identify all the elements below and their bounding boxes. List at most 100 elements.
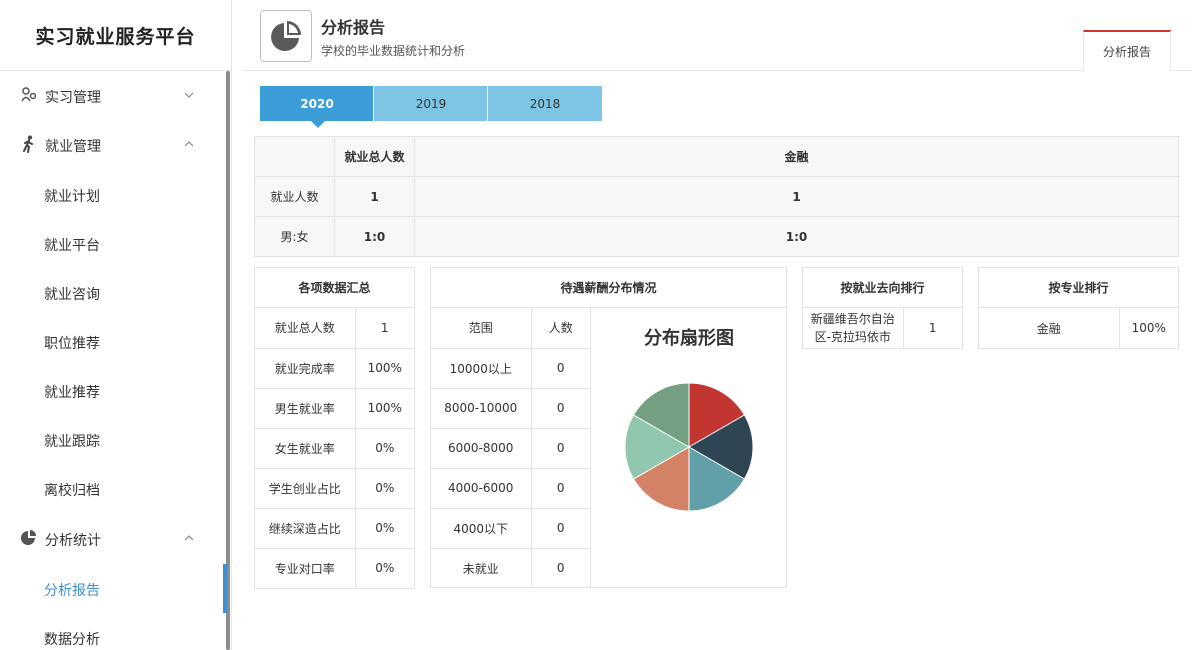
chevron-down-icon — [184, 89, 194, 99]
chevron-up-icon — [184, 532, 194, 542]
table-row: 男:女 1:0 1:0 — [254, 216, 1179, 257]
nav-group-label: 就业管理 — [45, 139, 101, 155]
destination-rank-panel: 按就业去向排行 新疆维吾尔自治区-克拉玛依市 1 — [802, 267, 963, 349]
cell-total: 1:0 — [334, 216, 415, 257]
page-header: 分析报告 学校的毕业数据统计和分析 分析报告 — [242, 0, 1192, 71]
internship-icon — [20, 86, 38, 104]
brand-title: 实习就业服务平台 — [0, 0, 231, 71]
salary-range: 8000-10000 — [431, 387, 532, 429]
tab-divider — [373, 86, 374, 121]
nav-item-label: 就业平台 — [44, 238, 100, 254]
major-rank-table: 金融 100% — [979, 308, 1178, 348]
salary-panel: 待遇薪酬分布情况 范围 人数 10000以上 0 8000-10000 0 6000-… — [430, 267, 787, 588]
table-row: 范围 人数 — [431, 308, 591, 349]
cell-total: 1 — [334, 176, 415, 217]
tab-year-2019[interactable]: 2019 — [374, 86, 488, 121]
tab-year-2020[interactable]: 2020 — [260, 86, 374, 121]
nav-item-label: 就业计划 — [44, 189, 100, 205]
table-row: 专业对口率 0% — [255, 547, 414, 588]
tab-year-2018[interactable]: 2018 — [488, 86, 602, 121]
nav-item-employment-recommend[interactable]: 就业推荐 — [0, 366, 226, 415]
table-row: 未就业 0 — [431, 547, 591, 588]
destination-name: 新疆维吾尔自治区-克拉玛依市 — [803, 308, 904, 348]
table-row: 继续深造占比 0% — [255, 507, 414, 549]
nav-item-label: 数据分析 — [44, 632, 100, 648]
nav-group-employment[interactable]: 就业管理 — [0, 120, 226, 169]
table-row: 8000-10000 0 — [431, 387, 591, 429]
panel-title: 按就业去向排行 — [803, 268, 962, 308]
tab-divider — [487, 86, 488, 121]
row-value: 0% — [354, 427, 414, 469]
salary-range: 4000以下 — [431, 507, 532, 549]
row-value: 0% — [354, 467, 414, 509]
salary-range: 10000以上 — [431, 347, 532, 389]
column-header-count: 人数 — [530, 308, 591, 349]
salary-count: 0 — [530, 547, 591, 588]
table-row: 金融 100% — [979, 308, 1178, 348]
nav-item-label: 就业咨询 — [44, 287, 100, 303]
nav-group-label: 实习管理 — [45, 90, 101, 106]
row-label: 学生创业占比 — [255, 467, 356, 509]
cell-finance: 1 — [414, 176, 1179, 217]
nav-group-analysis[interactable]: 分析统计 — [0, 514, 226, 563]
nav-item-employment-tracking[interactable]: 就业跟踪 — [0, 415, 226, 464]
row-label: 男:女 — [254, 216, 335, 257]
row-label: 女生就业率 — [255, 427, 356, 469]
row-label: 继续深造占比 — [255, 507, 356, 549]
summary-header-blank — [254, 136, 335, 177]
page-title: 分析报告 — [321, 18, 386, 37]
table-row: 10000以上 0 — [431, 347, 591, 389]
nav-item-label: 离校归档 — [44, 483, 100, 499]
nav-group-label: 分析统计 — [45, 533, 101, 549]
row-label: 男生就业率 — [255, 387, 356, 429]
table-row: 女生就业率 0% — [255, 427, 414, 469]
nav-item-leaving-archive[interactable]: 离校归档 — [0, 464, 226, 513]
pie-chart-area: 分布扇形图 — [591, 308, 787, 588]
salary-range: 未就业 — [431, 547, 532, 588]
salary-table: 范围 人数 10000以上 0 8000-10000 0 6000-8000 0 400… — [431, 308, 591, 588]
row-value: 100% — [354, 347, 414, 389]
summary-header-total: 就业总人数 — [334, 136, 415, 177]
row-label: 就业人数 — [254, 176, 335, 217]
summary-table: 就业总人数 金融 就业人数 1 1 男:女 1:0 1:0 — [254, 136, 1179, 257]
panel-title: 各项数据汇总 — [255, 268, 414, 308]
destination-value: 1 — [902, 308, 962, 348]
data-summary-table: 就业总人数 1 就业完成率 100% 男生就业率 100% 女生就业率 0% 学生创业占… — [255, 308, 414, 588]
app-root: 实习就业服务平台 实习管理 就业管理 就业计划 就业平台 就业咨询 职位推荐 就… — [0, 0, 1192, 650]
nav-group-internship[interactable]: 实习管理 — [0, 71, 226, 120]
page-subtitle: 学校的毕业数据统计和分析 — [321, 44, 466, 58]
summary-header-finance: 金融 — [414, 136, 1179, 177]
nav-item-label: 就业跟踪 — [44, 434, 100, 450]
table-row: 4000以下 0 — [431, 507, 591, 549]
salary-range: 4000-6000 — [431, 467, 532, 509]
nav-item-employment-plan[interactable]: 就业计划 — [0, 170, 226, 219]
row-value: 0% — [354, 507, 414, 549]
row-label: 就业总人数 — [255, 308, 356, 349]
table-row: 学生创业占比 0% — [255, 467, 414, 509]
nav-item-employment-consult[interactable]: 就业咨询 — [0, 268, 226, 317]
nav-item-data-analysis[interactable]: 数据分析 — [0, 613, 226, 650]
table-row: 新疆维吾尔自治区-克拉玛依市 1 — [803, 308, 962, 348]
nav-item-job-recommend[interactable]: 职位推荐 — [0, 317, 226, 366]
nav-item-employment-platform[interactable]: 就业平台 — [0, 219, 226, 268]
data-summary-panel: 各项数据汇总 就业总人数 1 就业完成率 100% 男生就业率 100% 女生就业率 0… — [254, 267, 415, 589]
chevron-up-icon — [184, 138, 194, 148]
salary-pie-chart — [624, 382, 754, 512]
nav-item-label: 分析报告 — [44, 583, 100, 599]
salary-count: 0 — [530, 427, 591, 469]
sidebar: 实习就业服务平台 实习管理 就业管理 就业计划 就业平台 就业咨询 职位推荐 就… — [0, 0, 232, 650]
salary-count: 0 — [530, 347, 591, 389]
pie-chart-icon — [20, 529, 38, 547]
nav-item-label: 就业推荐 — [44, 385, 100, 401]
salary-range: 6000-8000 — [431, 427, 532, 469]
table-row: 就业总人数 1 — [255, 308, 414, 349]
table-row: 就业人数 1 1 — [254, 176, 1179, 217]
row-label: 专业对口率 — [255, 547, 356, 588]
salary-count: 0 — [530, 507, 591, 549]
table-row: 6000-8000 0 — [431, 427, 591, 469]
nav-item-analysis-report[interactable]: 分析报告 — [0, 564, 226, 613]
cell-finance: 1:0 — [414, 216, 1179, 257]
tab-analysis-report[interactable]: 分析报告 — [1083, 30, 1171, 71]
nav-item-label: 职位推荐 — [44, 336, 100, 352]
salary-count: 0 — [530, 387, 591, 429]
